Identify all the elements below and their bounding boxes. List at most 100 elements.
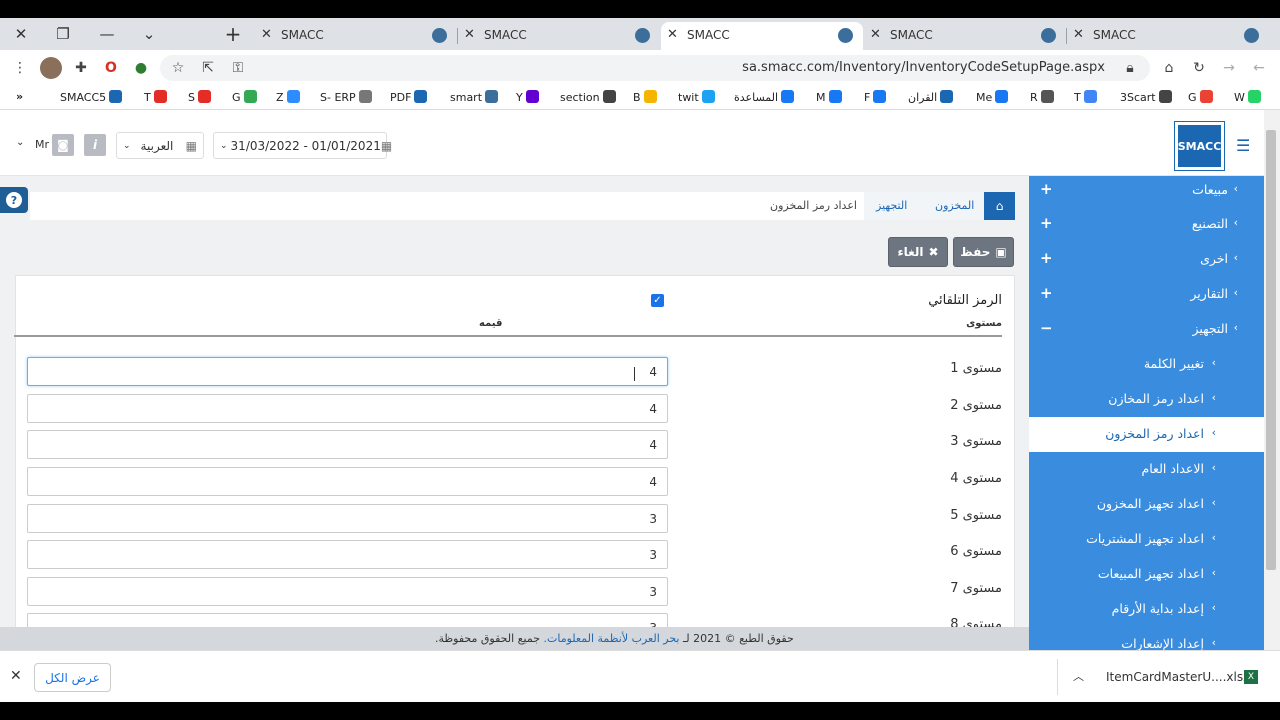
breadcrumb-setup[interactable]: التجهيز [876,199,907,212]
scrollbar-thumb[interactable] [1266,130,1276,570]
bookmarks-more[interactable]: » [16,90,23,103]
profile-avatar-icon[interactable] [40,57,62,79]
extension-green-icon[interactable]: ● [131,58,151,78]
user-name[interactable]: Mr [35,138,49,151]
minimize-window-icon[interactable]: — [86,18,128,50]
sidebar-subitem-change-password[interactable]: › تغيير الكلمة [1029,347,1264,382]
sidebar-subitem-number-start[interactable]: › إعداد بداية الأرقام [1029,592,1264,627]
tab-close-icon[interactable]: ✕ [1073,27,1084,42]
tab-title: SMACC [484,28,527,42]
bookmark-item[interactable]: twit [678,90,715,104]
tab-close-icon[interactable]: ✕ [261,27,272,42]
bookmark-star-icon[interactable]: ☆ [168,58,188,78]
sidebar-subitem-warehouse-code[interactable]: › اعداد رمز المخازن [1029,382,1264,417]
footer-company-link[interactable]: بحر العرب لأنظمة المعلومات. [544,632,680,645]
show-all-downloads-button[interactable]: عرض الكل [34,663,111,692]
tab-search-icon[interactable]: ⌄ [128,18,170,50]
bookmark-item[interactable]: W [1234,90,1261,104]
bookmark-item[interactable]: G [1188,90,1213,104]
smacc-logo[interactable]: SMACC [1174,121,1225,171]
reload-icon[interactable]: ↻ [1189,58,1209,78]
sidebar-item-manufacturing[interactable]: › التصنيع + [1029,207,1264,242]
sidebar-subitem-purchases-setup[interactable]: › اعداد تجهيز المشتريات [1029,522,1264,557]
bookmark-item[interactable]: Y [516,90,539,104]
sidebar-item-reports[interactable]: › التقارير + [1029,277,1264,312]
page-scrollbar[interactable] [1264,110,1280,650]
url-text[interactable]: sa.smacc.com/Inventory/InventoryCodeSetu… [742,60,1105,75]
sidebar-item-setup[interactable]: › التجهيز − [1029,312,1264,347]
browser-tab[interactable]: ✕ SMACC [458,22,660,50]
home-icon[interactable]: ⌂ [1159,58,1179,78]
key-icon[interactable]: ⚿ [228,58,248,78]
chevron-up-icon[interactable]: ︿ [1073,668,1084,684]
browser-tab-active[interactable]: ✕ SMACC [661,22,863,50]
level-input[interactable]: 3 [27,540,668,569]
help-button[interactable]: ? [0,187,28,213]
tab-close-icon[interactable]: ✕ [464,27,475,42]
extension-red-icon[interactable]: O [101,58,121,78]
omnibox[interactable]: ☆ ⇱ ⚿ sa.smacc.com/Inventory/InventoryCo… [160,55,1150,81]
bookmark-item[interactable]: S [188,90,211,104]
sidebar-subitem-inventory-setup[interactable]: › اعداد تجهيز المخزون [1029,487,1264,522]
info-icon[interactable]: i [84,134,106,156]
extensions-puzzle-icon[interactable]: ✚ [71,58,91,78]
date-range-picker[interactable]: ⌄ 31/03/2022 - 01/01/2021 ▦ [213,132,392,159]
browser-tab[interactable]: ✕ SMACC [864,22,1067,50]
breadcrumb-inventory[interactable]: المخزون [935,199,974,212]
language-select[interactable]: ⌄ العربية ▦ [116,132,204,159]
user-menu-chevron-icon[interactable]: ⌄ [16,137,24,148]
share-icon[interactable]: ⇱ [198,58,218,78]
user-icon[interactable]: ◙ [52,134,74,156]
home-icon[interactable]: ⌂ [984,192,1015,220]
bookmark-item[interactable]: G [232,90,257,104]
bookmark-item[interactable]: SMACC5 [60,90,123,104]
sidebar-subitem-sales-setup[interactable]: › اعداد تجهيز المبيعات [1029,557,1264,592]
tab-close-icon[interactable]: ✕ [870,27,881,42]
new-tab-icon[interactable]: + [212,18,254,50]
chevron-icon: › [1211,636,1216,649]
browser-tab[interactable]: ✕ SMACC [255,22,458,50]
level-input[interactable]: 4 [27,430,668,459]
bookmark-item[interactable]: section [560,90,616,104]
bookmark-item[interactable]: Me [976,90,1009,104]
menu-dots-icon[interactable]: ⋮ [10,58,30,78]
cancel-button[interactable]: الغاء ✖ [888,237,948,267]
browser-tab[interactable]: ✕ SMACC [1067,22,1269,50]
sidebar-item-other[interactable]: › اخرى + [1029,242,1264,277]
bookmark-item[interactable]: PDF [390,90,428,104]
close-window-icon[interactable]: ✕ [0,18,42,50]
save-button[interactable]: حفظ ▣ [953,237,1014,267]
bookmark-item[interactable]: smart [450,90,499,104]
level-input[interactable]: 4 [27,357,668,386]
cloud-icon [485,90,499,103]
restore-window-icon[interactable]: ❐ [42,18,84,50]
bookmark-item[interactable]: M [816,90,842,104]
sidebar-item-sales[interactable]: › مبيعات + [1029,176,1264,208]
level-input[interactable]: 3 [27,504,668,533]
bookmark-item[interactable]: R [1030,90,1054,104]
forward-icon[interactable]: → [1219,58,1239,78]
bookmark-item[interactable]: T [144,90,167,104]
auto-code-checkbox[interactable]: ✓ [651,294,664,307]
sidebar-subitem-inventory-code[interactable]: › اعداد رمز المخزون [1029,417,1264,452]
download-file-name[interactable]: ItemCardMasterU....xlsx [1106,670,1250,684]
level-input[interactable]: 4 [27,394,668,423]
sidebar-subitem-notifications[interactable]: › إعداد الإشعارات [1029,627,1264,650]
level-input[interactable]: 4 [27,467,668,496]
lock-icon[interactable]: 🔒︎ [1120,58,1140,78]
level-input[interactable]: 3 [27,577,668,606]
meet-icon [243,90,257,103]
bookmark-item[interactable]: B [633,90,657,104]
bookmark-item[interactable]: S- ERP [320,90,372,104]
bookmark-item[interactable]: Z [276,90,300,104]
bookmark-item[interactable]: القران [908,90,954,104]
back-icon[interactable]: ← [1249,58,1269,78]
sidebar-subitem-general-setup[interactable]: › الاعداد العام [1029,452,1264,487]
bookmark-item[interactable]: المساعدة [734,90,795,104]
bookmark-item[interactable]: 3Scart [1120,90,1172,104]
hamburger-menu-icon[interactable]: ☰ [1236,136,1250,155]
bookmark-item[interactable]: F [864,90,887,104]
close-icon[interactable]: ✕ [10,668,22,684]
bookmark-item[interactable]: T [1074,90,1097,104]
tab-close-icon[interactable]: ✕ [667,27,678,42]
